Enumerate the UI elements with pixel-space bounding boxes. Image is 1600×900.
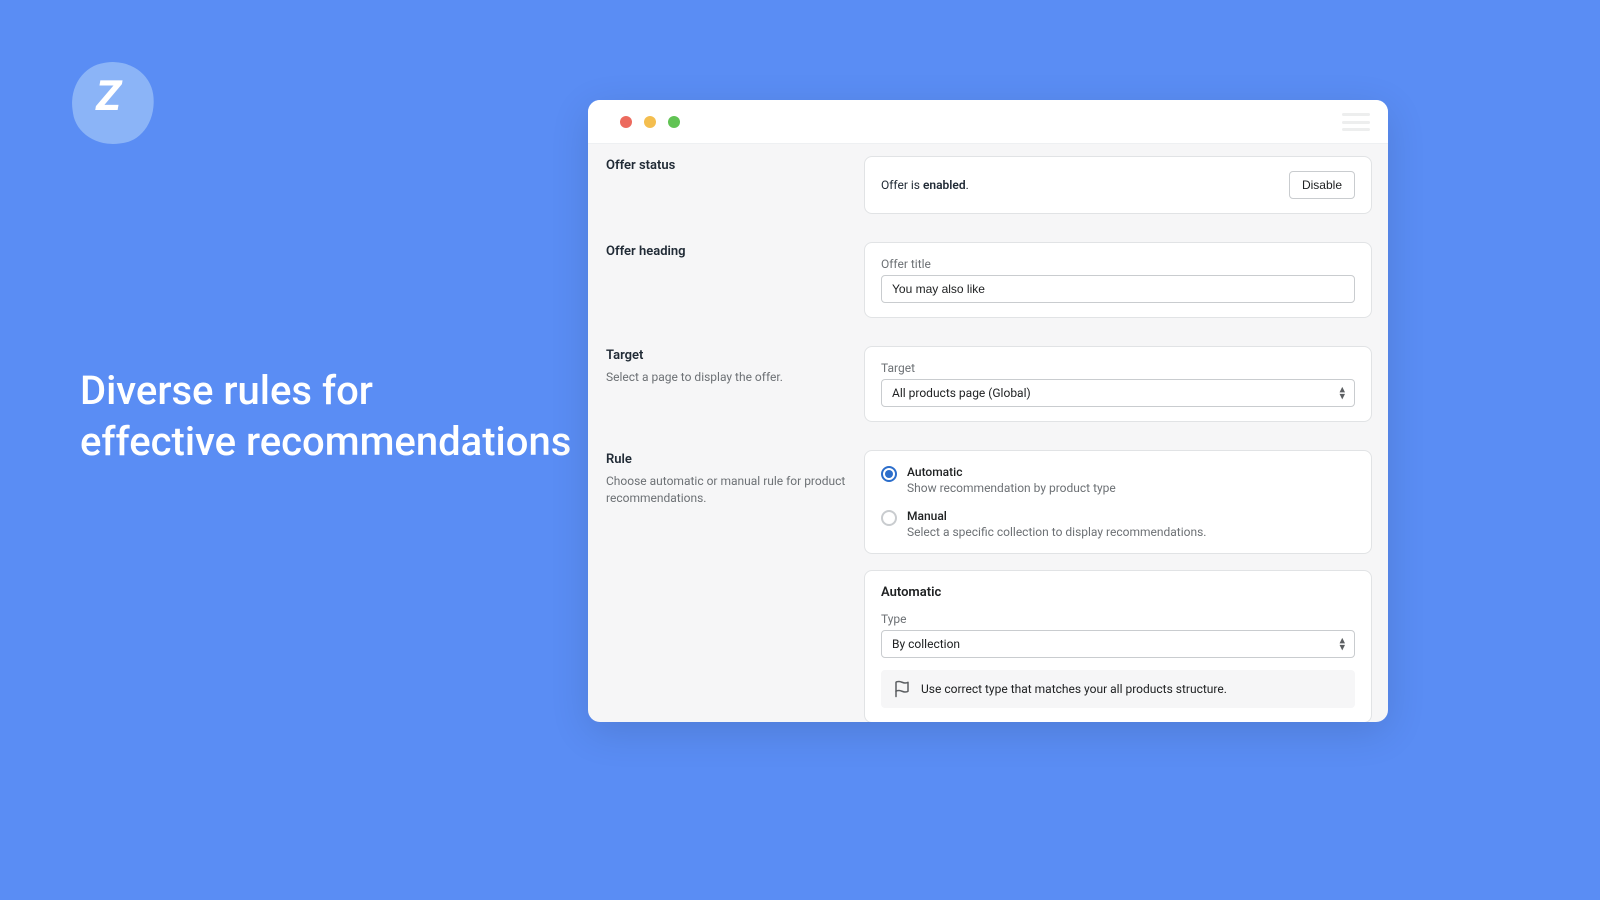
close-icon[interactable] bbox=[620, 116, 632, 128]
traffic-lights bbox=[620, 116, 680, 128]
target-label: Target bbox=[881, 361, 1355, 375]
disable-button[interactable]: Disable bbox=[1289, 171, 1355, 199]
automatic-sub: Show recommendation by product type bbox=[907, 481, 1116, 495]
target-desc: Select a page to display the offer. bbox=[606, 369, 846, 386]
content-pane: Offer status Offer is enabled. Disable O… bbox=[588, 144, 1388, 722]
manual-label: Manual bbox=[907, 509, 1206, 523]
offer-status-text: Offer is enabled. bbox=[881, 178, 969, 192]
offer-title-label: Offer title bbox=[881, 257, 1355, 271]
offer-title-input[interactable] bbox=[881, 275, 1355, 303]
automatic-label: Automatic bbox=[907, 465, 1116, 479]
flag-icon bbox=[893, 680, 911, 698]
menu-icon[interactable] bbox=[1342, 113, 1370, 131]
rule-card: Automatic Show recommendation by product… bbox=[864, 450, 1372, 554]
automatic-type-select[interactable]: By collection bbox=[881, 630, 1355, 658]
offer-heading-title: Offer heading bbox=[606, 244, 846, 259]
target-card: Target All products page (Global) ▴▾ bbox=[864, 346, 1372, 422]
rule-title: Rule bbox=[606, 452, 846, 467]
manual-sub: Select a specific collection to display … bbox=[907, 525, 1206, 539]
rule-desc: Choose automatic or manual rule for prod… bbox=[606, 473, 846, 507]
automatic-section-title: Automatic bbox=[881, 585, 1355, 600]
radio-icon bbox=[881, 510, 897, 526]
automatic-card: Automatic Type By collection ▴▾ Use corr… bbox=[864, 570, 1372, 722]
hero-headline: Diverse rules for effective recommendati… bbox=[80, 365, 571, 467]
app-logo: Z bbox=[72, 62, 154, 144]
hint-box: Use correct type that matches your all p… bbox=[881, 670, 1355, 708]
window-titlebar bbox=[588, 100, 1388, 144]
offer-heading-card: Offer title bbox=[864, 242, 1372, 318]
rule-option-manual[interactable]: Manual Select a specific collection to d… bbox=[881, 509, 1355, 539]
offer-status-title: Offer status bbox=[606, 158, 846, 173]
offer-status-card: Offer is enabled. Disable bbox=[864, 156, 1372, 214]
type-label: Type bbox=[881, 612, 1355, 626]
maximize-icon[interactable] bbox=[668, 116, 680, 128]
minimize-icon[interactable] bbox=[644, 116, 656, 128]
app-window: Offer status Offer is enabled. Disable O… bbox=[588, 100, 1388, 722]
radio-icon bbox=[881, 466, 897, 482]
target-title: Target bbox=[606, 348, 846, 363]
hint-text: Use correct type that matches your all p… bbox=[921, 682, 1227, 696]
rule-option-automatic[interactable]: Automatic Show recommendation by product… bbox=[881, 465, 1355, 495]
logo-letter: Z bbox=[96, 76, 121, 118]
target-select[interactable]: All products page (Global) bbox=[881, 379, 1355, 407]
